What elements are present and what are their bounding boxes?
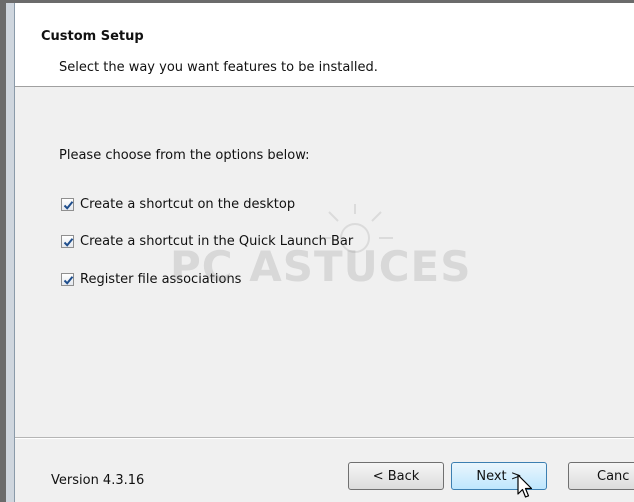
- mouse-pointer-icon: [517, 474, 533, 498]
- window-frame-left: [6, 3, 15, 502]
- option-quick-launch-shortcut[interactable]: Create a shortcut in the Quick Launch Ba…: [61, 232, 353, 250]
- option-file-associations[interactable]: Register file associations: [61, 270, 241, 288]
- checkmark-icon: [63, 237, 74, 247]
- options-prompt: Please choose from the options below:: [59, 148, 310, 163]
- back-button[interactable]: < Back: [348, 462, 444, 490]
- checkmark-icon: [63, 275, 74, 285]
- checkbox-desktop-shortcut[interactable]: [61, 197, 74, 211]
- option-label: Create a shortcut in the Quick Launch Ba…: [80, 233, 354, 249]
- page-title: Custom Setup: [41, 29, 144, 44]
- checkbox-quick-launch-shortcut[interactable]: [61, 234, 74, 248]
- options-panel: Please choose from the options below: Cr…: [15, 87, 634, 437]
- option-label: Register file associations: [80, 271, 242, 287]
- header-banner: Custom Setup Select the way you want fea…: [15, 3, 634, 87]
- option-label: Create a shortcut on the desktop: [80, 196, 296, 212]
- footer-divider: [15, 437, 634, 439]
- checkmark-icon: [63, 200, 74, 210]
- page-subtitle: Select the way you want features to be i…: [59, 60, 378, 75]
- option-desktop-shortcut[interactable]: Create a shortcut on the desktop: [61, 195, 295, 213]
- version-label: Version 4.3.16: [51, 473, 145, 488]
- cancel-button[interactable]: Canc: [568, 462, 634, 490]
- checkbox-file-associations[interactable]: [61, 272, 74, 286]
